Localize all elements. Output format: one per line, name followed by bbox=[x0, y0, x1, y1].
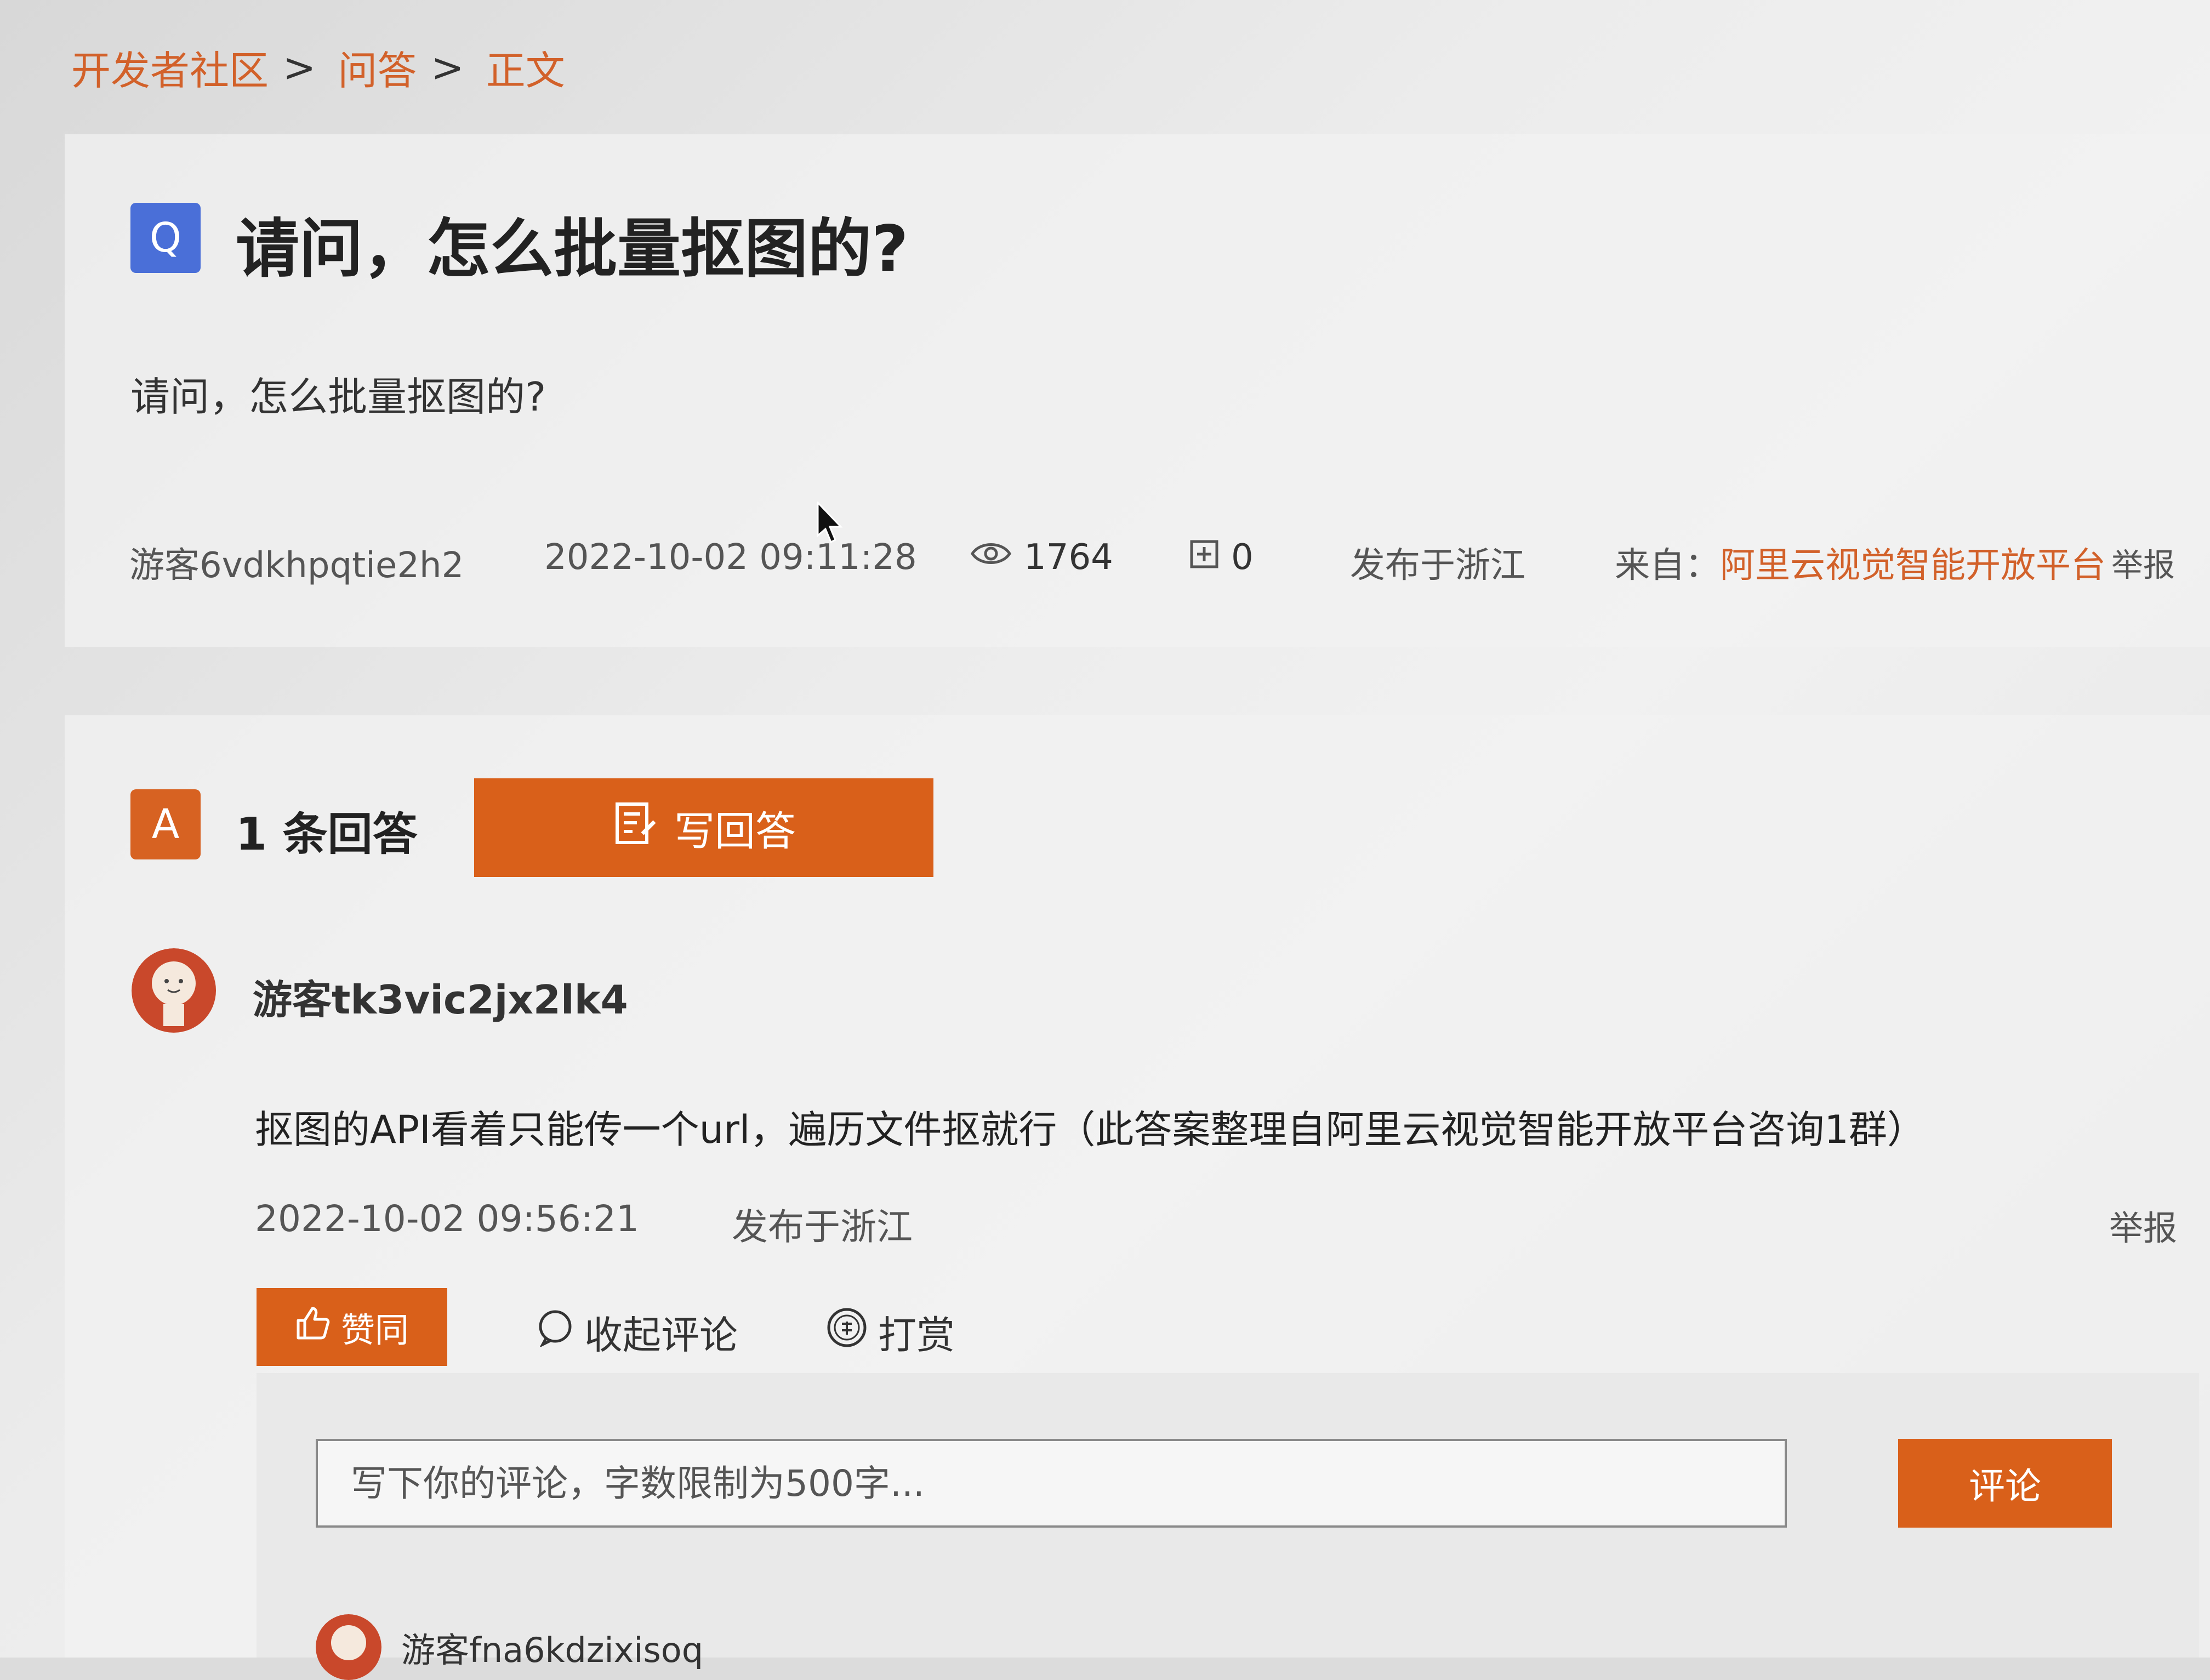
tip-button[interactable]: 打赏 bbox=[825, 1305, 955, 1360]
favorite-count[interactable]: 0 bbox=[1189, 537, 1254, 578]
thumbs-up-icon bbox=[295, 1305, 331, 1349]
answer-report-link[interactable]: 举报 bbox=[2109, 1200, 2177, 1250]
comment-input[interactable] bbox=[316, 1439, 1787, 1528]
answer-datetime: 2022-10-02 09:56:21 bbox=[255, 1198, 639, 1240]
breadcrumb: 开发者社区 > 问答 > 正文 bbox=[71, 38, 565, 96]
question-report-link[interactable]: 举报 bbox=[2111, 539, 2175, 585]
question-title: 请问，怎么批量抠图的? bbox=[236, 212, 909, 286]
write-answer-button[interactable]: 写回答 bbox=[474, 778, 933, 877]
tip-label: 打赏 bbox=[878, 1313, 955, 1358]
answer-text: 抠图的API看着只能传一个url，遍历文件抠就行（此答案整理自阿里云视觉智能开放… bbox=[255, 1107, 1926, 1152]
question-source: 来自： 阿里云视觉智能开放平台 举报 bbox=[1615, 537, 2175, 588]
sub-comment-author: 游客fna6kdzixisoq bbox=[316, 1614, 703, 1680]
question-body: 请问，怎么批量抠图的? bbox=[130, 374, 546, 420]
breadcrumb-item-community[interactable]: 开发者社区 bbox=[71, 38, 269, 96]
breadcrumb-item-qa[interactable]: 问答 bbox=[338, 38, 417, 96]
breadcrumb-separator: > bbox=[283, 44, 316, 90]
eye-icon bbox=[970, 537, 1012, 578]
question-datetime: 2022-10-02 09:11:28 bbox=[544, 537, 917, 578]
collapse-comments-label: 收起评论 bbox=[584, 1313, 738, 1358]
view-count-value: 1764 bbox=[1024, 537, 1113, 578]
reward-coin-icon bbox=[825, 1306, 868, 1358]
answer-location: 发布于浙江 bbox=[732, 1206, 913, 1248]
avatar[interactable] bbox=[132, 948, 217, 1033]
answer-count: 1 条回答 bbox=[236, 808, 418, 861]
question-author[interactable]: 游客6vdkhpqtie2h2 bbox=[129, 537, 464, 588]
answer-username[interactable]: 游客tk3vic2jx2lk4 bbox=[253, 967, 628, 1025]
source-label: 来自： bbox=[1615, 545, 1720, 586]
mouse-pointer-icon bbox=[817, 500, 844, 548]
like-button[interactable]: 赞同 bbox=[257, 1288, 447, 1366]
answers-card: A 1 条回答 写回答 游客tk3vic2jx2lk4 抠图的API看着只能传一… bbox=[65, 715, 2210, 1680]
question-card: Q 请问，怎么批量抠图的? 请问，怎么批量抠图的? 游客6vdkhpqtie2h… bbox=[65, 134, 2210, 647]
breadcrumb-item-current: 正文 bbox=[486, 48, 565, 94]
breadcrumb-separator: > bbox=[431, 44, 464, 90]
question-location: 发布于浙江 bbox=[1350, 545, 1525, 586]
edit-document-icon bbox=[612, 800, 659, 856]
answer-badge: A bbox=[130, 789, 201, 859]
write-answer-label: 写回答 bbox=[674, 808, 796, 854]
question-badge: Q bbox=[130, 203, 201, 273]
add-box-icon bbox=[1189, 537, 1219, 578]
view-count: 1764 bbox=[970, 537, 1113, 578]
page-background: 开发者社区 > 问答 > 正文 Q 请问，怎么批量抠图的? 请问，怎么批量抠图的… bbox=[0, 0, 2210, 1680]
like-label: 赞同 bbox=[340, 1310, 409, 1350]
favorite-count-value: 0 bbox=[1231, 537, 1254, 578]
collapse-comments-button[interactable]: 收起评论 bbox=[536, 1305, 738, 1360]
submit-comment-button[interactable]: 评论 bbox=[1898, 1439, 2112, 1528]
source-link[interactable]: 阿里云视觉智能开放平台 bbox=[1720, 537, 2106, 588]
comment-bubble-icon bbox=[536, 1308, 574, 1356]
sub-comment-username[interactable]: 游客fna6kdzixisoq bbox=[401, 1622, 703, 1672]
avatar[interactable] bbox=[316, 1614, 381, 1680]
